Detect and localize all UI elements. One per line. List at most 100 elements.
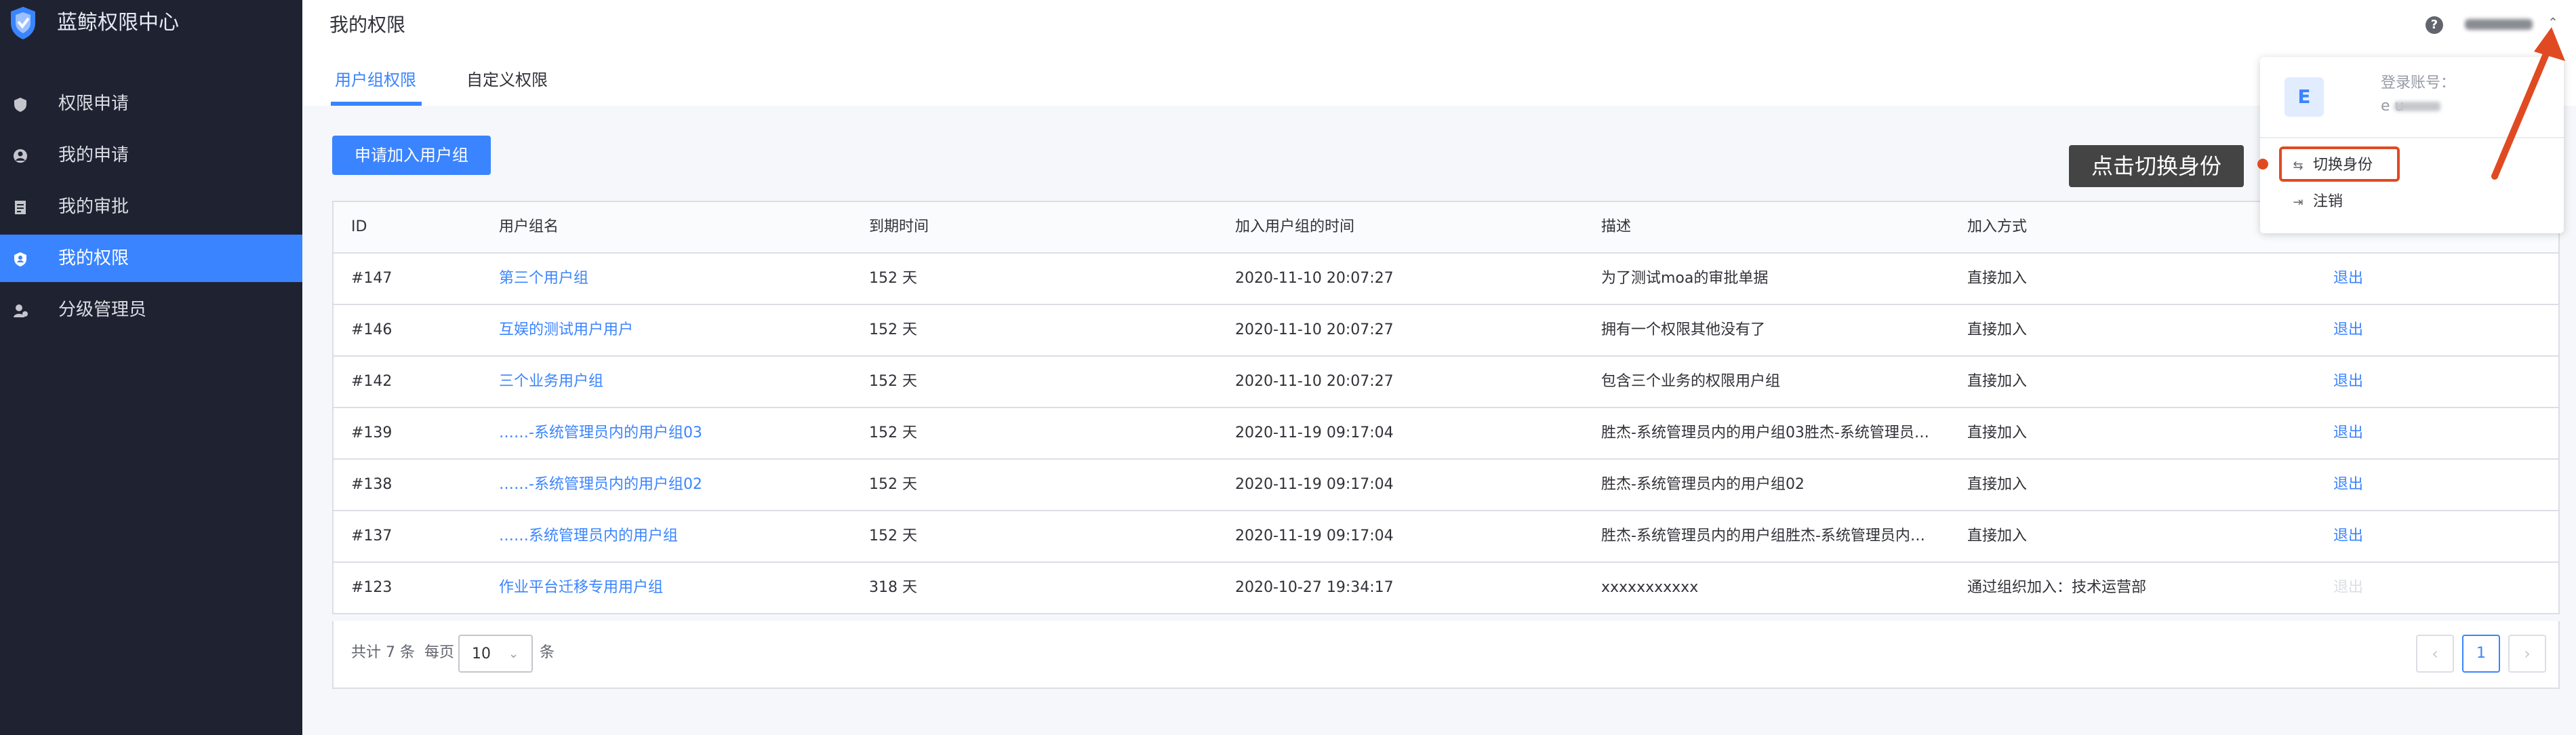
row-joined: 2020-11-19 09:17:04 <box>1235 476 1394 493</box>
row-desc: 胜杰-系统管理员内的用户组胜杰-系统管理员内… <box>1601 528 1925 544</box>
row-expire: 152 天 <box>869 528 917 544</box>
column-header-expire: 到期时间 <box>869 218 929 235</box>
avatar: E <box>2285 77 2324 117</box>
sidebar-item-label: 分级管理员 <box>58 300 147 320</box>
group-name-link[interactable]: 互娱的测试用户用户 <box>499 317 633 343</box>
page-header: 我的权限 用户组权限 自定义权限 <box>302 0 2576 106</box>
total-suffix: 条 <box>400 644 416 661</box>
row-expire: 152 天 <box>869 321 917 338</box>
row-desc: 为了测试moa的审批单据 <box>1601 270 1769 287</box>
sidebar-item-label: 我的申请 <box>58 145 129 165</box>
group-name-link[interactable]: ……-系统管理员内的用户组02 <box>499 472 702 498</box>
row-joined: 2020-11-19 09:17:04 <box>1235 424 1394 441</box>
page-size-value: 10 <box>472 645 491 662</box>
row-desc: 拥有一个权限其他没有了 <box>1601 321 1766 338</box>
row-id: #142 <box>351 373 393 390</box>
row-expire: 152 天 <box>869 373 917 390</box>
row-id: #138 <box>351 476 393 493</box>
column-header-id: ID <box>351 218 367 235</box>
sidebar-item-label: 权限申请 <box>58 94 129 114</box>
exit-button[interactable]: 退出 <box>2333 317 2363 343</box>
group-name-link[interactable]: ……-系统管理员内的用户组03 <box>499 420 702 446</box>
group-name-link[interactable]: 作业平台迁移专用用户组 <box>499 575 663 601</box>
sidebar-item-my-approval[interactable]: 我的审批 <box>0 183 302 231</box>
user-circle-icon <box>14 149 27 163</box>
row-desc: xxxxxxxxxxx <box>1601 579 1699 596</box>
row-desc: 包含三个业务的权限用户组 <box>1601 373 1781 390</box>
logout-menu-item[interactable]: ⇥ 注销 <box>2291 186 2343 218</box>
logout-icon: ⇥ <box>2293 195 2303 210</box>
table-row: #139 ……-系统管理员内的用户组03 152 天 2020-11-19 09… <box>334 408 2558 460</box>
exit-button[interactable]: 退出 <box>2333 472 2363 498</box>
row-joined: 2020-11-10 20:07:27 <box>1235 321 1394 338</box>
column-header-method: 加入方式 <box>1967 218 2028 235</box>
page-1-button[interactable]: 1 <box>2462 635 2500 673</box>
row-expire: 318 天 <box>869 579 917 596</box>
row-expire: 152 天 <box>869 270 917 287</box>
help-icon[interactable]: ? <box>2426 16 2443 34</box>
shield-icon <box>14 98 26 112</box>
sidebar-item-my-permission[interactable]: 我的权限 <box>0 235 302 282</box>
group-name-link[interactable]: 第三个用户组 <box>499 266 588 292</box>
row-expire: 152 天 <box>869 476 917 493</box>
shield-logo-icon <box>11 7 35 39</box>
exit-button[interactable]: 退出 <box>2333 369 2363 395</box>
sidebar: 蓝鲸权限中心 权限申请 我的申请 我的审批 我的权限 分级管理员 <box>0 0 302 735</box>
row-method: 直接加入 <box>1967 424 2028 441</box>
row-method: 直接加入 <box>1967 270 2028 287</box>
chevron-down-icon: ⌄ <box>508 647 519 661</box>
login-account-label: 登录账号： <box>2381 75 2456 92</box>
highlight-box <box>2279 146 2400 182</box>
masked-account <box>2394 102 2440 111</box>
row-method: 直接加入 <box>1967 528 2028 544</box>
sidebar-item-permission-apply[interactable]: 权限申请 <box>0 80 302 127</box>
tab-custom-permission[interactable]: 自定义权限 <box>466 66 548 94</box>
logout-label: 注销 <box>2313 193 2343 210</box>
exit-button[interactable]: 退出 <box>2333 420 2363 446</box>
user-group-table: ID 用户组名 到期时间 加入用户组的时间 描述 加入方式 #147 第三个用户… <box>332 201 2560 614</box>
per-page-unit: 条 <box>540 644 555 661</box>
per-page-label: 每页 <box>424 644 455 661</box>
row-method: 通过组织加入：技术运营部 <box>1967 579 2147 596</box>
row-joined: 2020-11-10 20:07:27 <box>1235 270 1394 287</box>
row-method: 直接加入 <box>1967 321 2028 338</box>
column-header-desc: 描述 <box>1601 218 1632 235</box>
group-name-link[interactable]: ……系统管理员内的用户组 <box>499 523 678 549</box>
row-id: #146 <box>351 321 393 338</box>
shield-user-icon <box>14 252 26 266</box>
table-row: #142 三个业务用户组 152 天 2020-11-10 20:07:27 包… <box>334 357 2558 408</box>
prev-page-button[interactable]: ‹ <box>2416 635 2454 673</box>
admin-icon <box>14 304 28 317</box>
row-method: 直接加入 <box>1967 476 2028 493</box>
annotation-dot <box>2257 159 2268 170</box>
sidebar-item-label: 我的审批 <box>58 197 129 217</box>
row-id: #123 <box>351 579 393 596</box>
next-page-button[interactable]: › <box>2508 635 2546 673</box>
apply-join-group-button[interactable]: 申请加入用户组 <box>332 136 491 175</box>
table-row: #137 ……系统管理员内的用户组 152 天 2020-11-19 09:17… <box>334 511 2558 563</box>
tab-group-permission[interactable]: 用户组权限 <box>335 66 416 94</box>
page-title: 我的权限 <box>329 14 406 36</box>
pagination-bar: 共计 7 条 每页 10 ⌄ 条 ‹ 1 › <box>332 621 2560 689</box>
row-id: #137 <box>351 528 393 544</box>
row-desc: 胜杰-系统管理员内的用户组02 <box>1601 476 1805 493</box>
table-row: #146 互娱的测试用户用户 152 天 2020-11-10 20:07:27… <box>334 305 2558 357</box>
row-expire: 152 天 <box>869 424 917 441</box>
brand: 蓝鲸权限中心 <box>0 0 302 47</box>
row-method: 直接加入 <box>1967 373 2028 390</box>
page-size-select[interactable]: 10 ⌄ <box>458 635 533 673</box>
annotation-callout: 点击切换身份 <box>2069 145 2244 187</box>
row-id: #139 <box>351 424 393 441</box>
sidebar-item-grade-admin[interactable]: 分级管理员 <box>0 286 302 334</box>
group-name-link[interactable]: 三个业务用户组 <box>499 369 603 395</box>
row-joined: 2020-10-27 19:34:17 <box>1235 579 1394 596</box>
table-header: ID 用户组名 到期时间 加入用户组的时间 描述 加入方式 <box>334 202 2558 254</box>
sidebar-item-label: 我的权限 <box>58 248 129 269</box>
exit-button[interactable]: 退出 <box>2333 523 2363 549</box>
sidebar-item-my-apply[interactable]: 我的申请 <box>0 132 302 179</box>
exit-button[interactable]: 退出 <box>2333 266 2363 292</box>
row-desc: 胜杰-系统管理员内的用户组03胜杰-系统管理员… <box>1601 424 1929 441</box>
total-number: 7 <box>386 644 396 661</box>
total-prefix: 共计 <box>351 644 382 661</box>
row-joined: 2020-11-19 09:17:04 <box>1235 528 1394 544</box>
